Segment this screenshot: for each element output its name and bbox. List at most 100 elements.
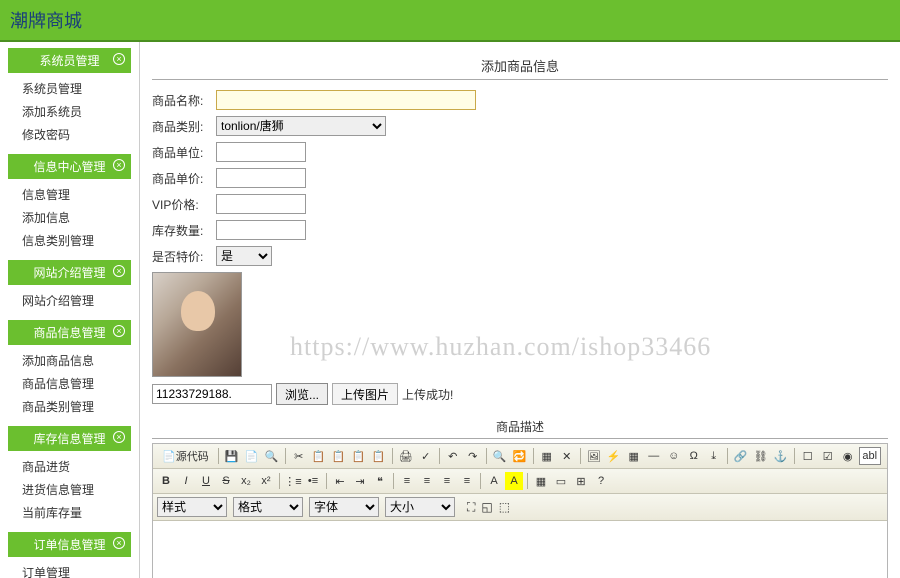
align-left-icon[interactable]: ≡ <box>398 472 416 490</box>
menu-item[interactable]: 添加商品信息 <box>8 349 131 372</box>
editor-body[interactable] <box>153 521 887 578</box>
clear-icon[interactable]: ✕ <box>558 447 576 465</box>
smiley-icon[interactable]: ☺ <box>665 447 683 465</box>
menu-item[interactable]: 系统员管理 <box>8 77 131 100</box>
table-icon[interactable]: ▦ <box>625 447 643 465</box>
menu-head-system[interactable]: 系统员管理× <box>8 48 131 73</box>
preview-icon[interactable]: 🔍 <box>263 447 281 465</box>
product-photo <box>152 272 242 377</box>
product-name-input[interactable] <box>216 90 476 110</box>
style-select[interactable]: 样式 <box>157 497 227 517</box>
sup-icon[interactable]: x² <box>257 472 275 490</box>
font-select[interactable]: 字体 <box>309 497 379 517</box>
align-center-icon[interactable]: ≡ <box>418 472 436 490</box>
menu-item[interactable]: 订单管理 <box>8 561 131 578</box>
stock-label: 库存数量: <box>152 222 214 239</box>
maximize-icon[interactable]: ⛶ <box>467 500 475 515</box>
section-title: 添加商品信息 <box>152 52 888 80</box>
menu-head-info[interactable]: 信息中心管理× <box>8 154 131 179</box>
checkbox-icon[interactable]: ☑ <box>819 447 837 465</box>
menu-item[interactable]: 添加系统员 <box>8 100 131 123</box>
special-label: 是否特价: <box>152 248 214 265</box>
menu-item[interactable]: 添加信息 <box>8 206 131 229</box>
editor-toolbar-2: 样式 格式 字体 大小 ⛶ ◱ ⬚ <box>153 494 887 521</box>
upload-path-input[interactable] <box>152 384 272 404</box>
undo-icon[interactable]: ↶ <box>444 447 462 465</box>
italic-icon[interactable]: I <box>177 472 195 490</box>
special-char-icon[interactable]: Ω <box>685 447 703 465</box>
show-blocks-icon[interactable]: ⊞ <box>572 472 590 490</box>
menu-item[interactable]: 网站介绍管理 <box>8 289 131 312</box>
main-content: 添加商品信息 商品名称: 商品类别:tonlion/唐狮 商品单位: 商品单价:… <box>140 42 900 578</box>
collapse-icon: × <box>113 325 125 337</box>
special-select[interactable]: 是 <box>216 246 272 266</box>
new-page-icon[interactable]: 📄 <box>243 447 261 465</box>
vip-input[interactable] <box>216 194 306 214</box>
bg-color-icon[interactable]: A <box>505 472 523 490</box>
replace-icon[interactable]: 🔁 <box>511 447 529 465</box>
page-break-icon[interactable]: ⤓ <box>705 447 723 465</box>
quote-icon[interactable]: ❝ <box>371 472 389 490</box>
menu-head-site[interactable]: 网站介绍管理× <box>8 260 131 285</box>
browse-button[interactable]: 浏览... <box>276 383 328 405</box>
upload-button[interactable]: 上传图片 <box>332 383 398 405</box>
print-icon[interactable]: 🖨 <box>397 447 415 465</box>
text-color-icon[interactable]: A <box>485 472 503 490</box>
find-icon[interactable]: 🔍 <box>491 447 509 465</box>
redo-icon[interactable]: ↷ <box>464 447 482 465</box>
category-select[interactable]: tonlion/唐狮 <box>216 116 386 136</box>
spell-icon[interactable]: ✓ <box>417 447 435 465</box>
menu-item[interactable]: 信息管理 <box>8 183 131 206</box>
align-justify-icon[interactable]: ≡ <box>458 472 476 490</box>
about-icon[interactable]: ? <box>592 472 610 490</box>
upload-success-msg: 上传成功! <box>402 386 453 403</box>
menu-item[interactable]: 当前库存量 <box>8 501 131 524</box>
name-label: 商品名称: <box>152 92 214 109</box>
menu-item[interactable]: 商品类别管理 <box>8 395 131 418</box>
bold-icon[interactable]: B <box>157 472 175 490</box>
hr-icon[interactable]: ― <box>645 447 663 465</box>
paste-icon[interactable]: 📋 <box>330 447 348 465</box>
price-input[interactable] <box>216 168 306 188</box>
menu-item[interactable]: 修改密码 <box>8 123 131 146</box>
copy-icon[interactable]: 📋 <box>310 447 328 465</box>
div-icon[interactable]: ▭ <box>552 472 570 490</box>
outdent-icon[interactable]: ⇤ <box>331 472 349 490</box>
unlink-icon[interactable]: ⛓ <box>752 447 770 465</box>
strike-icon[interactable]: S <box>217 472 235 490</box>
menu-item[interactable]: 信息类别管理 <box>8 229 131 252</box>
sub-icon[interactable]: x₂ <box>237 472 255 490</box>
menu-head-order[interactable]: 订单信息管理× <box>8 532 131 557</box>
template-icon[interactable]: ▦ <box>532 472 550 490</box>
save-icon[interactable]: 💾 <box>223 447 241 465</box>
ol-icon[interactable]: ⋮≡ <box>284 472 302 490</box>
underline-icon[interactable]: U <box>197 472 215 490</box>
flash-icon[interactable]: ⚡ <box>605 447 623 465</box>
paste-text-icon[interactable]: 📋 <box>350 447 368 465</box>
fullscreen-icon[interactable]: ⬚ <box>499 500 510 514</box>
rich-editor: 📄 源代码 💾 📄 🔍 ✂ 📋 📋 📋 📋 🖨 ✓ ↶ ↷ 🔍 🔁 ▦ ✕ 🖼 … <box>152 443 888 578</box>
menu-item[interactable]: 商品信息管理 <box>8 372 131 395</box>
menu-head-stock[interactable]: 库存信息管理× <box>8 426 131 451</box>
image-icon[interactable]: 🖼 <box>585 447 603 465</box>
select-all-icon[interactable]: ▦ <box>538 447 556 465</box>
ul-icon[interactable]: •≡ <box>304 472 322 490</box>
source-code-button[interactable]: 📄 源代码 <box>157 447 214 465</box>
size-select[interactable]: 大小 <box>385 497 455 517</box>
format-select[interactable]: 格式 <box>233 497 303 517</box>
menu-item[interactable]: 进货信息管理 <box>8 478 131 501</box>
unit-input[interactable] <box>216 142 306 162</box>
menu-item[interactable]: 商品进货 <box>8 455 131 478</box>
fit-icon[interactable]: ◱ <box>481 500 492 514</box>
anchor-icon[interactable]: ⚓ <box>772 447 790 465</box>
cut-icon[interactable]: ✂ <box>290 447 308 465</box>
form-icon[interactable]: ☐ <box>799 447 817 465</box>
paste-word-icon[interactable]: 📋 <box>370 447 388 465</box>
indent-icon[interactable]: ⇥ <box>351 472 369 490</box>
textfield-icon[interactable]: abl <box>859 447 881 465</box>
link-icon[interactable]: 🔗 <box>732 447 750 465</box>
align-right-icon[interactable]: ≡ <box>438 472 456 490</box>
menu-head-product[interactable]: 商品信息管理× <box>8 320 131 345</box>
stock-input[interactable] <box>216 220 306 240</box>
radio-icon[interactable]: ◉ <box>839 447 857 465</box>
